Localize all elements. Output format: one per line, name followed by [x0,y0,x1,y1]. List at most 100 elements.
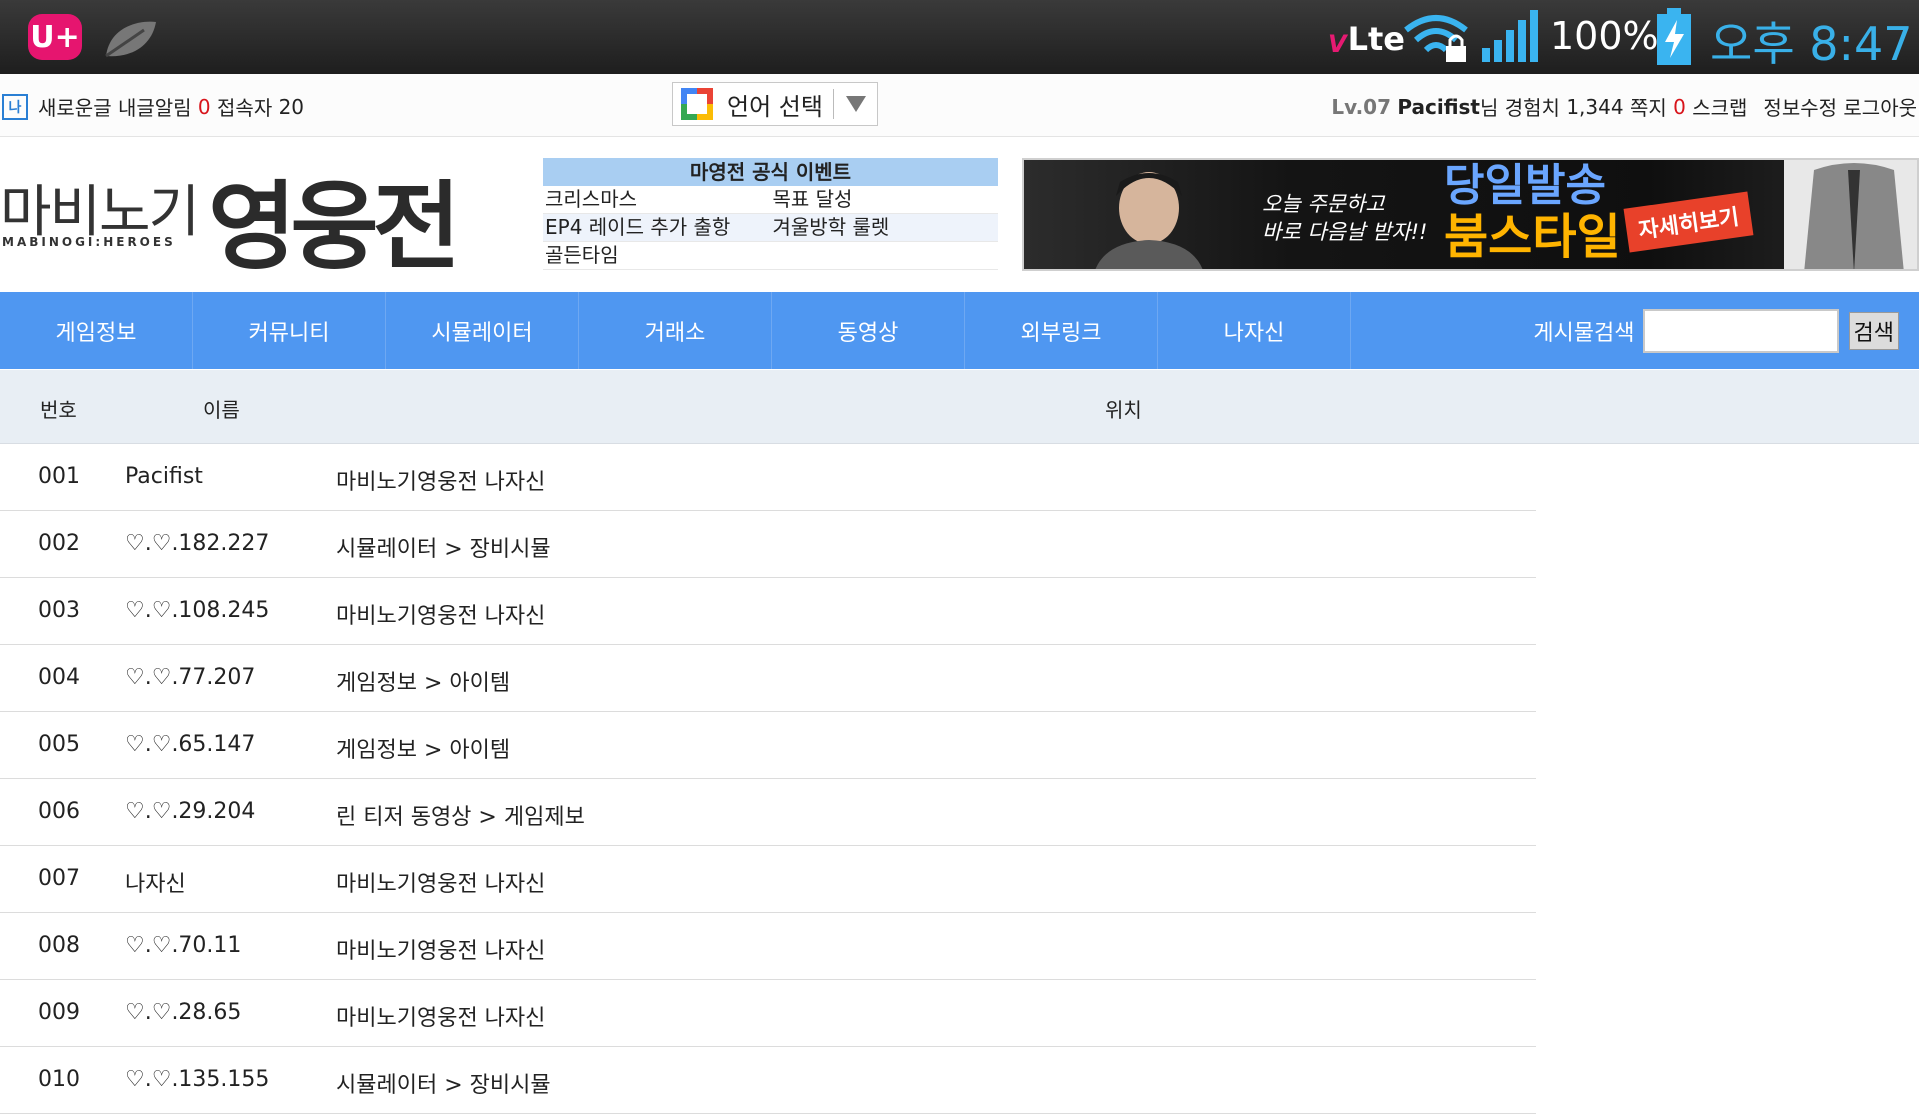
nav-item-video[interactable]: 동영상 [772,292,965,369]
top-info-bar: 나 새로운글 내글알림 0 접속자 20 언어 선택 Lv.07 Pacifis… [0,74,1919,137]
row-location[interactable]: 마비노기영웅전 나자신 [336,1000,545,1032]
table-row: 008 ♡.♡.70.11 마비노기영웅전 나자신 [0,913,1536,980]
search-button[interactable]: 검색 [1848,311,1899,350]
ad-detail-button[interactable]: 자세히보기 [1623,191,1754,253]
row-location[interactable]: 게임정보 > 아이템 [336,665,510,697]
row-name: ♡.♡.108.245 [125,598,270,623]
row-name: ♡.♡.29.204 [125,799,256,824]
google-translate-icon [681,88,713,120]
volte-icon: V Lte [1328,14,1405,58]
row-location[interactable]: 린 티저 동영상 > 게임제보 [336,799,585,831]
chevron-down-icon [845,96,866,112]
row-location[interactable]: 시뮬레이터 > 장비시뮬 [336,1067,551,1099]
site-header: 마비노기 MABINOGI:HEROES 영웅전 마영전 공식 이벤트 크리스마… [0,137,1919,291]
column-header-location: 위치 [1105,398,1142,422]
post-search-input[interactable] [1642,308,1839,353]
row-no: 010 [38,1067,80,1092]
column-header-name: 이름 [203,398,240,422]
ad-headline1: 당일발송 [1444,160,1606,211]
row-no: 003 [38,598,80,623]
row-location[interactable]: 마비노기영웅전 나자신 [336,866,545,898]
user-info: Lv.07 Pacifist 님 경험치 1,344 쪽지 0 스크랩 정보수정 … [1331,92,1917,121]
row-location[interactable]: 시뮬레이터 > 장비시뮬 [336,531,551,563]
event-link[interactable]: 목표 달성 [771,186,999,213]
event-link[interactable]: 겨울방학 룰렛 [771,214,999,241]
row-no: 005 [38,732,80,757]
visitors-count: 20 [278,94,305,119]
table-row: 005 ♡.♡.65.147 게임정보 > 아이템 [0,712,1536,779]
wifi-lock-icon [1404,15,1468,62]
android-status-bar: U+ V Lte 100% 오후 8:47 [0,0,1919,74]
row-no: 009 [38,1000,80,1025]
nav-item-simulator[interactable]: 시뮬레이터 [386,292,579,369]
user-nickname[interactable]: Pacifist [1397,95,1480,119]
main-nav: 게임정보 커뮤니티 시뮬레이터 거래소 동영상 외부링크 나자신 게시물검색 검… [0,292,1919,369]
column-header-no: 번호 [40,398,77,422]
ad-headline2: 붐스타일 [1444,209,1621,265]
row-location[interactable]: 마비노기영웅전 나자신 [336,598,545,630]
edit-profile-link[interactable]: 정보수정 [1763,92,1837,121]
visitors-label: 접속자 [217,96,273,120]
ad-model-image [1784,160,1917,269]
user-level: Lv.07 [1331,94,1392,119]
post-search-label: 게시물검색 [1533,320,1635,346]
ad-line2: 바로 다음날 받자!! [1262,220,1428,244]
row-no: 008 [38,933,80,958]
events-row: EP4 레이드 추가 출항 겨울방학 룰렛 [543,214,998,242]
event-link[interactable]: 골든타임 [543,242,771,269]
events-title: 마영전 공식 이벤트 [543,158,998,186]
language-select-label: 언어 선택 [727,92,823,121]
visitor-table: 001 Pacifist 마비노기영웅전 나자신 002 ♡.♡.182.227… [0,444,1536,1114]
ad-model-image [1095,172,1203,269]
notify-count: 0 [197,94,211,119]
nav-item-external-links[interactable]: 외부링크 [965,292,1158,369]
language-select[interactable]: 언어 선택 [672,82,878,126]
uplus-logo-icon: U+ [28,14,82,60]
table-row: 002 ♡.♡.182.227 시뮬레이터 > 장비시뮬 [0,511,1536,578]
event-link [771,242,999,269]
exp-value: 1,344 [1566,94,1624,119]
row-location[interactable]: 게임정보 > 아이템 [336,732,510,764]
events-row: 골든타임 [543,242,998,270]
row-no: 006 [38,799,80,824]
leaf-icon [105,21,156,58]
exp-label: 님 경험치 [1480,96,1560,120]
row-name[interactable]: Pacifist [125,464,203,489]
row-name: ♡.♡.77.207 [125,665,256,690]
scrap-link[interactable]: 스크랩 [1692,92,1747,121]
logout-link[interactable]: 로그아웃 [1843,92,1917,121]
nav-item-community[interactable]: 커뮤니티 [193,292,386,369]
row-name: ♡.♡.65.147 [125,732,256,757]
row-no: 007 [38,866,80,891]
battery-charging-icon [1657,8,1691,65]
notify-area: 나 새로운글 내글알림 0 접속자 20 [0,92,304,121]
table-row: 001 Pacifist 마비노기영웅전 나자신 [0,444,1536,511]
nav-item-market[interactable]: 거래소 [579,292,772,369]
notify-link[interactable]: 새로운글 내글알림 [38,92,192,121]
row-location[interactable]: 마비노기영웅전 나자신 [336,933,545,965]
row-name[interactable]: 나자신 [125,866,186,898]
nav-item-myself[interactable]: 나자신 [1158,292,1351,369]
row-name: ♡.♡.135.155 [125,1067,270,1092]
logo-big-text: 영웅전 [208,170,461,283]
table-header: 번호 이름 위치 [0,370,1919,444]
table-row: 003 ♡.♡.108.245 마비노기영웅전 나자신 [0,578,1536,645]
signal-icon [1482,10,1538,62]
battery-percent: 100% [1550,14,1659,58]
table-row: 004 ♡.♡.77.207 게임정보 > 아이템 [0,645,1536,712]
event-link[interactable]: EP4 레이드 추가 출항 [543,214,771,241]
clock-time: 오후 8:47 [1710,17,1913,71]
table-row: 010 ♡.♡.135.155 시뮬레이터 > 장비시뮬 [0,1047,1536,1114]
nav-item-game-info[interactable]: 게임정보 [0,292,193,369]
table-row: 006 ♡.♡.29.204 린 티저 동영상 > 게임제보 [0,779,1536,846]
ad-line1: 오늘 주문하고 [1262,192,1385,216]
site-logo[interactable]: 마비노기 MABINOGI:HEROES 영웅전 [0,155,480,285]
row-location[interactable]: 마비노기영웅전 나자신 [336,464,545,496]
site-mini-logo-icon[interactable]: 나 [2,93,28,120]
row-no: 001 [38,464,80,489]
ad-banner[interactable]: 오늘 주문하고 바로 다음날 받자!! 당일발송 붐스타일 자세히보기 [1022,158,1919,271]
event-link[interactable]: 크리스마스 [543,186,771,213]
memo-count: 0 [1673,94,1686,119]
post-search: 게시물검색 검색 [1351,292,1919,369]
memo-link[interactable]: 쪽지 [1630,92,1667,121]
